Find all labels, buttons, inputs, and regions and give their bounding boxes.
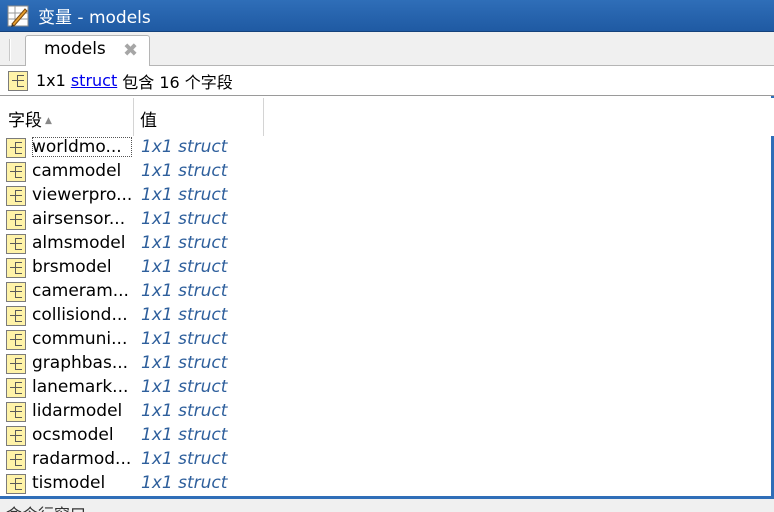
field-value[interactable]: 1x1 struct (141, 401, 227, 421)
variable-size: 1x1 (36, 71, 66, 90)
field-name[interactable]: radarmod... (32, 449, 132, 469)
table-row[interactable]: almsmodel 1x1 struct (0, 232, 774, 256)
tab-strip-grip[interactable] (9, 39, 11, 61)
field-value[interactable]: 1x1 struct (141, 449, 227, 469)
struct-icon (6, 306, 26, 326)
struct-icon (6, 282, 26, 302)
title-bar: 变量 - models (0, 0, 774, 32)
field-value[interactable]: 1x1 struct (141, 233, 227, 253)
table-row[interactable]: viewerpro... 1x1 struct (0, 184, 774, 208)
struct-icon (6, 162, 26, 182)
field-name[interactable]: lidarmodel (32, 401, 132, 421)
column-header-field[interactable]: 字段 ▲ (0, 98, 134, 136)
table-row[interactable]: worldmo... 1x1 struct (0, 136, 774, 160)
field-value[interactable]: 1x1 struct (141, 305, 227, 325)
field-value[interactable]: 1x1 struct (141, 209, 227, 229)
tab-strip: models ✖ (0, 32, 774, 67)
field-name[interactable]: collisiond... (32, 305, 132, 325)
field-value[interactable]: 1x1 struct (141, 425, 227, 445)
field-name[interactable]: lanemark... (32, 377, 132, 397)
field-value[interactable]: 1x1 struct (141, 473, 227, 493)
struct-icon (6, 138, 26, 158)
variable-info-bar: 1x1 struct 包含 16 个字段 (0, 66, 774, 96)
field-name[interactable]: almsmodel (32, 233, 132, 253)
field-value[interactable]: 1x1 struct (141, 281, 227, 301)
struct-icon (6, 234, 26, 254)
tab-label: models (44, 39, 106, 59)
field-name[interactable]: graphbas... (32, 353, 132, 373)
field-value[interactable]: 1x1 struct (141, 161, 227, 181)
field-value[interactable]: 1x1 struct (141, 377, 227, 397)
struct-type-link[interactable]: struct (71, 71, 117, 90)
field-value[interactable]: 1x1 struct (141, 137, 227, 157)
field-name[interactable]: cameram... (32, 281, 132, 301)
field-count-text: 包含 16 个字段 (122, 72, 233, 92)
table-row[interactable]: brsmodel 1x1 struct (0, 256, 774, 280)
struct-icon (6, 258, 26, 278)
table-header: 字段 ▲ 值 (0, 98, 774, 136)
table-row[interactable]: graphbas... 1x1 struct (0, 352, 774, 376)
field-value[interactable]: 1x1 struct (141, 353, 227, 373)
table-row[interactable]: communi... 1x1 struct (0, 328, 774, 352)
struct-icon (6, 186, 26, 206)
variable-editor-icon (7, 5, 29, 27)
command-window-title: 命令行窗口 (6, 501, 86, 512)
field-name[interactable]: airsensor... (32, 209, 132, 229)
field-value[interactable]: 1x1 struct (141, 257, 227, 277)
field-name[interactable]: brsmodel (32, 257, 132, 277)
field-value[interactable]: 1x1 struct (141, 329, 227, 349)
table-row[interactable]: radarmod... 1x1 struct (0, 448, 774, 472)
struct-icon (6, 402, 26, 422)
column-header-value[interactable]: 值 (134, 98, 264, 136)
table-row[interactable]: airsensor... 1x1 struct (0, 208, 774, 232)
struct-icon (6, 354, 26, 374)
close-icon[interactable]: ✖ (123, 40, 138, 61)
table-row[interactable]: ocsmodel 1x1 struct (0, 424, 774, 448)
field-name[interactable]: tismodel (32, 473, 132, 493)
struct-icon (6, 378, 26, 398)
struct-icon (6, 474, 26, 494)
struct-icon (6, 210, 26, 230)
field-name[interactable]: ocsmodel (32, 425, 132, 445)
table-row[interactable]: lidarmodel 1x1 struct (0, 400, 774, 424)
sort-ascending-icon: ▲ (45, 116, 52, 126)
table-row[interactable]: collisiond... 1x1 struct (0, 304, 774, 328)
field-name[interactable]: cammodel (32, 161, 132, 181)
struct-icon (6, 330, 26, 350)
table-row[interactable]: lanemark... 1x1 struct (0, 376, 774, 400)
fields-table: worldmo... 1x1 struct cammodel 1x1 struc… (0, 136, 774, 496)
struct-icon (8, 70, 28, 91)
table-row[interactable]: tismodel 1x1 struct (0, 472, 774, 496)
field-value[interactable]: 1x1 struct (141, 185, 227, 205)
struct-icon (6, 450, 26, 470)
struct-icon (6, 426, 26, 446)
tab-models[interactable]: models ✖ (25, 35, 150, 67)
column-header-value-label: 值 (140, 111, 157, 131)
field-name[interactable]: viewerpro... (32, 185, 132, 205)
table-row[interactable]: cameram... 1x1 struct (0, 280, 774, 304)
command-window-strip[interactable]: 命令行窗口 (0, 499, 774, 512)
window-title: 变量 - models (38, 8, 151, 28)
table-row[interactable]: cammodel 1x1 struct (0, 160, 774, 184)
field-name[interactable]: worldmo... (32, 137, 132, 157)
field-name[interactable]: communi... (32, 329, 132, 349)
column-header-field-label: 字段 (8, 111, 42, 131)
